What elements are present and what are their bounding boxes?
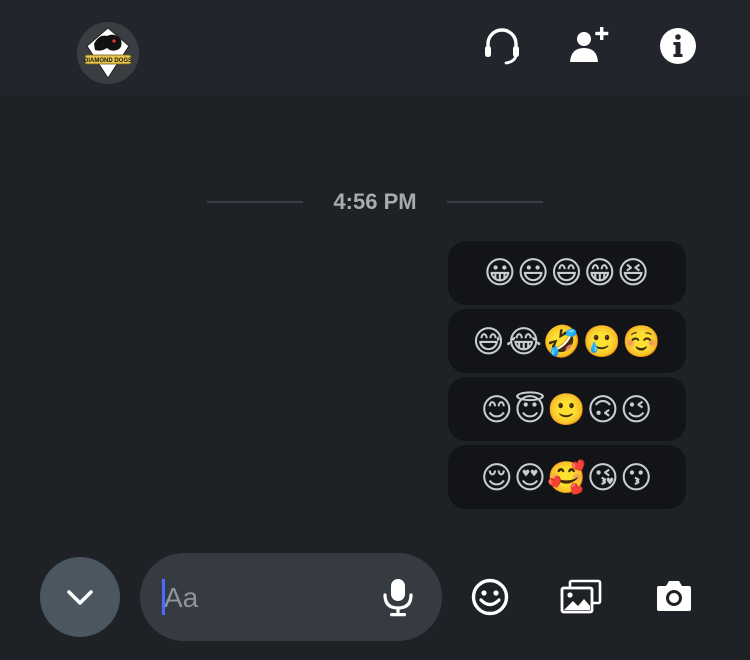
collapse-button[interactable] xyxy=(40,557,120,637)
gallery-icon[interactable] xyxy=(559,575,603,619)
text-caret xyxy=(162,579,165,615)
divider-line-right xyxy=(447,201,543,203)
timestamp-divider: 4:56 PM xyxy=(0,186,750,220)
add-friend-icon[interactable] xyxy=(567,24,611,68)
message-input[interactable] xyxy=(162,575,376,621)
info-icon[interactable] xyxy=(656,24,700,68)
message-bubble[interactable]: 😊😇🙂🙃😉 xyxy=(448,377,686,441)
emoji-icon[interactable] xyxy=(468,575,512,619)
headset-icon[interactable] xyxy=(480,24,524,68)
timestamp: 4:56 PM xyxy=(333,189,417,214)
camera-icon[interactable] xyxy=(652,575,696,619)
divider-line-left xyxy=(207,201,303,203)
microphone-icon[interactable] xyxy=(376,575,420,619)
avatar[interactable]: DIAMOND DOGS xyxy=(77,22,139,84)
message-bubble[interactable]: 😌😍🥰😘😗 xyxy=(448,445,686,509)
message-composer xyxy=(140,553,442,641)
chevron-down-icon xyxy=(67,590,93,605)
chat-header: DIAMOND DOGS xyxy=(0,0,750,96)
message-bubble[interactable]: 😅😂🤣🥲☺️ xyxy=(448,309,686,373)
message-bubble[interactable]: 😀😃😄😁😆 xyxy=(448,241,686,305)
svg-text:DIAMOND DOGS: DIAMOND DOGS xyxy=(84,58,132,64)
